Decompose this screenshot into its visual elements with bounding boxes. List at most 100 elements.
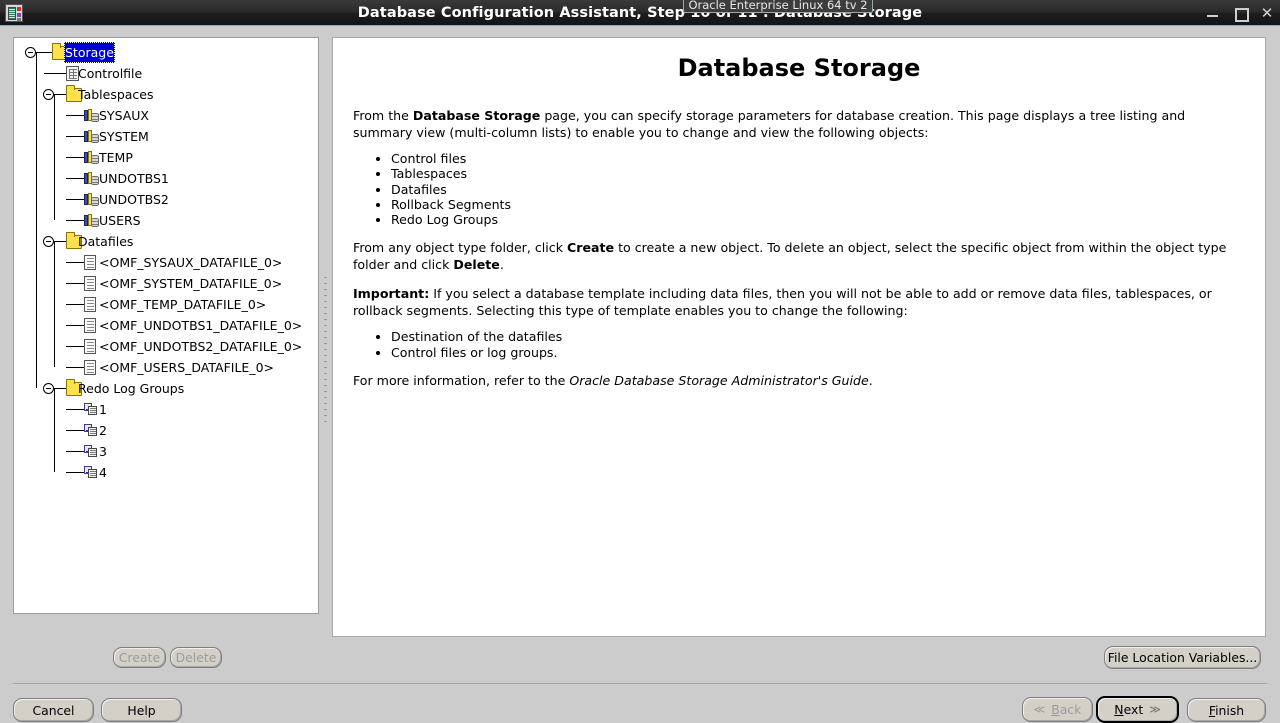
tree-connector-line <box>66 472 84 473</box>
cd-text-a: From any object type folder, click <box>353 240 568 256</box>
tree-item-2[interactable]: 2 <box>14 420 318 441</box>
tree-connector-line <box>36 52 52 53</box>
tree-item-1[interactable]: 1 <box>14 399 318 420</box>
tree-item-temp[interactable]: TEMP <box>14 147 318 168</box>
template-changes-list: Destination of the datafilesControl file… <box>333 329 1265 360</box>
cancel-button[interactable]: Cancel <box>13 698 94 722</box>
tree-item-users[interactable]: USERS <box>14 210 318 231</box>
delete-button[interactable]: Delete <box>170 647 222 668</box>
tree-item-tablespaces[interactable]: Tablespaces <box>14 84 318 105</box>
tree-item-label: 3 <box>99 444 107 459</box>
storage-tree-panel[interactable]: Storage Controlfile Tablespaces SYSAUX SYSTE… <box>13 37 319 614</box>
window-titlebar[interactable]: Database Configuration Assistant, Step 1… <box>0 0 1280 26</box>
tree-item-redo-log-groups[interactable]: Redo Log Groups <box>14 378 318 399</box>
important-text: If you select a database template includ… <box>353 286 1212 319</box>
tree-item-omf-undotbs1-datafile-0[interactable]: <OMF_UNDOTBS1_DATAFILE_0> <box>14 315 318 336</box>
tree-connector-line <box>66 409 84 410</box>
main-content: Storage Controlfile Tablespaces SYSAUX SYSTE… <box>0 27 1280 723</box>
tree-connector-line <box>66 283 84 284</box>
tree-item-label: <OMF_SYSAUX_DATAFILE_0> <box>99 255 283 270</box>
tree-item-omf-sysaux-datafile-0[interactable]: <OMF_SYSAUX_DATAFILE_0> <box>14 252 318 273</box>
tree-connector-line <box>54 95 55 220</box>
tree-connector-line <box>54 242 55 367</box>
cd-text-create: Create <box>567 240 615 256</box>
tree-connector-line <box>66 157 84 158</box>
more-info-paragraph: For more information, refer to the Oracl… <box>339 372 1259 389</box>
tree-connector-line <box>54 241 66 242</box>
tree-item-label: <OMF_USERS_DATAFILE_0> <box>99 360 275 375</box>
collapse-handle-icon[interactable] <box>25 47 36 58</box>
storage-tree[interactable]: Storage Controlfile Tablespaces SYSAUX SYSTE… <box>14 38 318 480</box>
datafile-icon <box>84 339 96 354</box>
splitter-grip[interactable] <box>323 277 327 427</box>
next-button[interactable]: Next ≫ <box>1096 696 1179 723</box>
page-title: Database Storage <box>677 54 921 82</box>
tree-item-3[interactable]: 3 <box>14 441 318 462</box>
maximize-icon[interactable] <box>1233 6 1249 22</box>
back-button-label: Back <box>1051 702 1082 717</box>
close-icon[interactable]: ✕ <box>1260 6 1274 21</box>
back-button[interactable]: ≪ Back <box>1022 697 1093 722</box>
minimize-icon[interactable] <box>1206 6 1220 20</box>
tablespace-icon <box>84 214 100 228</box>
help-button-label: Help <box>127 702 156 718</box>
important-paragraph: Important: If you select a database temp… <box>339 285 1259 319</box>
tree-connector-line <box>66 367 84 368</box>
tree-item-label: USERS <box>99 213 141 228</box>
datafile-icon <box>84 276 96 291</box>
tree-item-storage[interactable]: Storage <box>14 42 318 63</box>
tree-item-omf-temp-datafile-0[interactable]: <OMF_TEMP_DATAFILE_0> <box>14 294 318 315</box>
tree-connector-line <box>36 53 37 388</box>
list-item: Control files <box>391 151 1265 166</box>
collapse-handle-icon[interactable] <box>43 236 54 247</box>
cd-text-delete: Delete <box>453 257 500 273</box>
list-item: Tablespaces <box>391 166 1265 181</box>
tree-item-omf-system-datafile-0[interactable]: <OMF_SYSTEM_DATAFILE_0> <box>14 273 318 294</box>
tree-item-label: Controlfile <box>78 66 143 81</box>
tablespace-icon <box>84 193 100 207</box>
tree-item-controlfile[interactable]: Controlfile <box>14 63 318 84</box>
next-arrow-icon: ≫ <box>1149 703 1161 716</box>
tree-item-datafiles[interactable]: Datafiles <box>14 231 318 252</box>
tablespace-icon <box>84 151 100 165</box>
window-controls: ✕ <box>1206 0 1274 26</box>
file-location-variables-button[interactable]: File Location Variables... <box>1104 646 1261 669</box>
file-location-variables-label: File Location Variables... <box>1107 650 1258 665</box>
finish-button[interactable]: Finish <box>1187 698 1266 722</box>
tree-item-omf-undotbs2-datafile-0[interactable]: <OMF_UNDOTBS2_DATAFILE_0> <box>14 336 318 357</box>
important-label: Important: <box>353 286 430 302</box>
tree-item-label: 2 <box>99 423 107 438</box>
tree-item-system[interactable]: SYSTEM <box>14 126 318 147</box>
create-button[interactable]: Create <box>113 647 166 668</box>
tree-connector-line <box>66 430 84 431</box>
list-item: Control files or log groups. <box>391 345 1265 360</box>
help-button[interactable]: Help <box>101 698 182 722</box>
tree-connector-line <box>66 346 84 347</box>
tree-connector-line <box>66 199 84 200</box>
tree-item-undotbs1[interactable]: UNDOTBS1 <box>14 168 318 189</box>
tree-connector-line <box>66 136 84 137</box>
intro-text-a: From the <box>353 108 413 123</box>
more-info-c: . <box>868 373 873 389</box>
list-item: Destination of the datafiles <box>391 329 1265 344</box>
tree-item-undotbs2[interactable]: UNDOTBS2 <box>14 189 318 210</box>
window-title: Database Configuration Assistant, Step 1… <box>357 5 923 21</box>
collapse-handle-icon[interactable] <box>43 89 54 100</box>
list-item: Rollback Segments <box>391 197 1265 212</box>
tree-item-omf-users-datafile-0[interactable]: <OMF_USERS_DATAFILE_0> <box>14 357 318 378</box>
tree-item-label: Tablespaces <box>78 87 154 102</box>
tree-item-4[interactable]: 4 <box>14 462 318 483</box>
tree-item-label: Redo Log Groups <box>78 381 185 396</box>
tree-item-label: <OMF_SYSTEM_DATAFILE_0> <box>99 276 283 291</box>
tree-item-sysaux[interactable]: SYSAUX <box>14 105 318 126</box>
panel-splitter[interactable] <box>321 277 329 427</box>
tree-connector-line <box>66 178 84 179</box>
finish-button-label: Finish <box>1208 702 1245 718</box>
more-info-a: For more information, refer to the <box>353 373 570 389</box>
redolog-icon <box>84 424 98 437</box>
collapse-handle-icon[interactable] <box>43 383 54 394</box>
tablespace-icon <box>84 172 100 186</box>
datafile-icon <box>84 318 96 333</box>
tree-connector-line <box>54 94 66 95</box>
tree-item-label: TEMP <box>99 150 133 165</box>
